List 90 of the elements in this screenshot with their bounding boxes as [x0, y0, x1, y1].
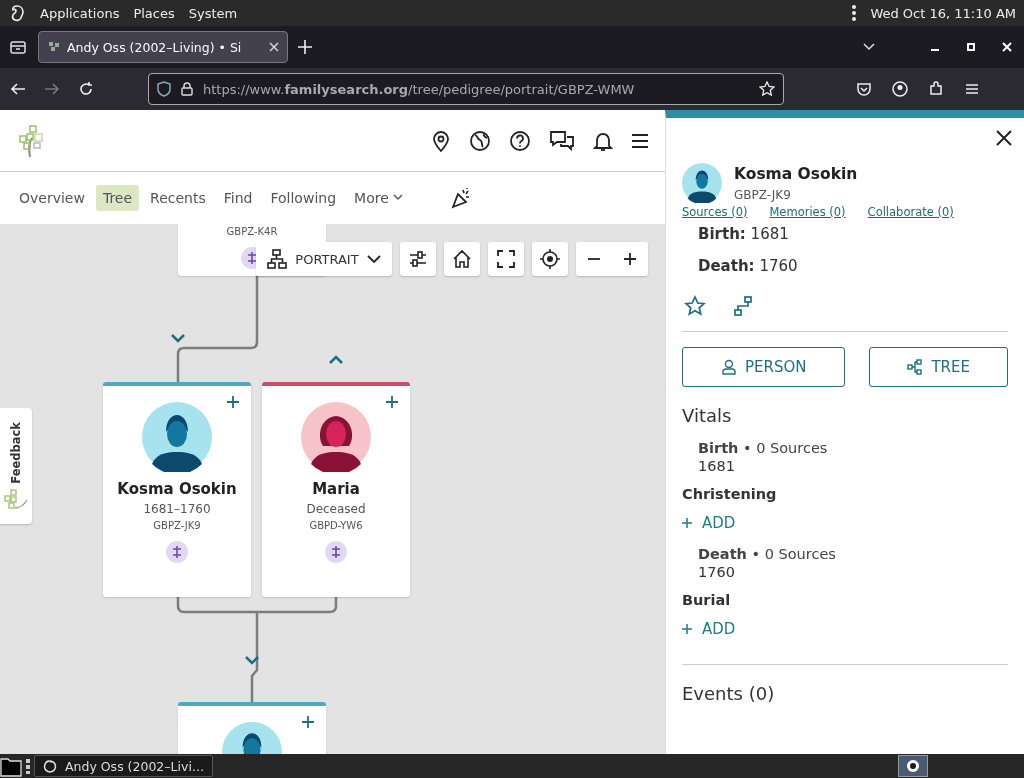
- person-name: Maria: [312, 480, 360, 498]
- nodes-icon: [907, 359, 924, 375]
- url-text: https://www.familysearch.org/tree/pedigree/portrait/GBPZ-WMW: [203, 81, 636, 97]
- address-field[interactable]: https://www.familysearch.org/tree/pedigree/portrait/GBPZ-WMW: [148, 73, 784, 105]
- vertical-dots-icon: [26, 758, 30, 774]
- tree-logo: [3, 487, 29, 512]
- plus-icon: [682, 518, 692, 528]
- vertical-dots-icon[interactable]: [852, 5, 857, 21]
- plus-icon[interactable]: [386, 396, 398, 408]
- relationship-icon[interactable]: [325, 541, 347, 563]
- zoom-in-icon[interactable]: [623, 252, 637, 266]
- pocket-icon[interactable]: [856, 81, 872, 97]
- lock-icon[interactable]: [181, 82, 193, 96]
- back-arrow-icon[interactable]: [10, 81, 26, 97]
- tab-link[interactable]: Collaborate (0): [867, 205, 954, 219]
- add-button[interactable]: ADD: [682, 620, 736, 638]
- lifespan: Deceased: [306, 502, 366, 516]
- help-icon[interactable]: [509, 129, 531, 152]
- fact-line: Death: 1760: [698, 257, 799, 277]
- settings-sliders-icon[interactable]: [408, 249, 428, 269]
- chevron-down-icon: [392, 194, 403, 202]
- person-card[interactable]: Maria Deceased GBPD-YW6: [262, 382, 410, 597]
- nav-tab[interactable]: Find: [216, 185, 260, 211]
- party-popper-icon[interactable]: [449, 187, 472, 209]
- person-id: GBPZ-JK9: [734, 188, 792, 202]
- person-name: Kosma Osokin: [734, 165, 858, 183]
- pedigree-icon[interactable]: [732, 295, 754, 317]
- nav-tab[interactable]: Recents: [143, 185, 213, 211]
- extensions-icon[interactable]: [928, 81, 944, 97]
- nav-tab[interactable]: Following: [263, 185, 344, 211]
- menu-icon[interactable]: [631, 132, 649, 149]
- plus-icon: [682, 624, 692, 634]
- chat-bubbles-icon[interactable]: [549, 129, 575, 152]
- close-icon[interactable]: [996, 130, 1012, 146]
- menu-item[interactable]: System: [188, 5, 238, 21]
- location-pin-icon[interactable]: [431, 129, 451, 152]
- man-avatar[interactable]: [142, 402, 212, 472]
- nav-tab[interactable]: Overview: [12, 185, 92, 211]
- reload-icon[interactable]: [78, 81, 94, 97]
- person-button[interactable]: PERSON: [682, 347, 846, 387]
- target-icon[interactable]: [540, 249, 560, 269]
- vital-heading: Christening: [682, 486, 778, 502]
- feedback-tab[interactable]: Feedback: [0, 408, 32, 524]
- plus-icon[interactable]: [227, 396, 239, 408]
- lifespan: 1681–1760: [143, 502, 211, 516]
- fullscreen-icon[interactable]: [496, 249, 516, 269]
- add-button[interactable]: ADD: [682, 514, 736, 532]
- tree-favicon: [47, 40, 61, 54]
- star-icon[interactable]: [684, 295, 706, 317]
- person-id: GBPZ-JK9: [153, 520, 201, 531]
- menu-item[interactable]: Applications: [40, 5, 120, 21]
- forward-arrow-icon[interactable]: [44, 81, 60, 97]
- view-dropdown[interactable]: PORTRAIT: [256, 242, 392, 276]
- browser-tab[interactable]: Andy Oss (2002–Living) • Si: [38, 31, 288, 63]
- person-id: GBPZ-K4R: [226, 226, 278, 237]
- pedigree-icon: [267, 249, 288, 269]
- woman-avatar[interactable]: [301, 402, 371, 472]
- tray-button[interactable]: [898, 755, 928, 777]
- vital-value: 1681: [698, 458, 736, 474]
- man-avatar[interactable]: [682, 163, 722, 203]
- nav-tab[interactable]: Tree: [95, 185, 140, 211]
- section-title: Vitals: [682, 405, 733, 426]
- home-icon[interactable]: [452, 249, 472, 269]
- vital-heading: Burial: [682, 592, 732, 608]
- person-icon: [720, 359, 737, 375]
- new-tab-icon[interactable]: [298, 40, 312, 54]
- taskbar-button[interactable]: Andy Oss (2002–Livi…: [34, 755, 214, 777]
- shield-icon[interactable]: [157, 81, 171, 97]
- person-card[interactable]: Kosma Osokin 1681–1760 GBPZ-JK9: [103, 382, 251, 597]
- nav-tab[interactable]: More: [347, 185, 410, 211]
- tree-button[interactable]: TREE: [869, 347, 1008, 387]
- clock: Wed Oct 16, 11:10 AM: [870, 5, 1016, 21]
- vital-value: 1760: [698, 564, 736, 580]
- person-name: Kosma Osokin: [117, 480, 237, 498]
- menu-icon[interactable]: [964, 81, 980, 97]
- section-title: Events (0): [682, 683, 776, 704]
- vital-heading: Death • 0 Sources: [698, 546, 837, 562]
- globe-icon[interactable]: [469, 129, 491, 152]
- vital-heading: Birth • 0 Sources: [698, 440, 829, 456]
- chevron-up-icon[interactable]: [328, 355, 344, 365]
- tab-link[interactable]: Sources (0): [682, 205, 748, 219]
- chevron-down-icon: [366, 254, 381, 264]
- tab-title: Andy Oss (2002–Living) • Si: [67, 39, 243, 55]
- person-id: GBPD-YW6: [309, 520, 363, 531]
- tab-link[interactable]: Memories (0): [769, 205, 846, 219]
- fact-line: Birth: 1681: [698, 225, 790, 245]
- plus-icon[interactable]: [302, 716, 314, 728]
- relationship-icon[interactable]: [166, 541, 188, 563]
- menu-item[interactable]: Places: [133, 5, 175, 21]
- maximize-icon[interactable]: [966, 42, 976, 52]
